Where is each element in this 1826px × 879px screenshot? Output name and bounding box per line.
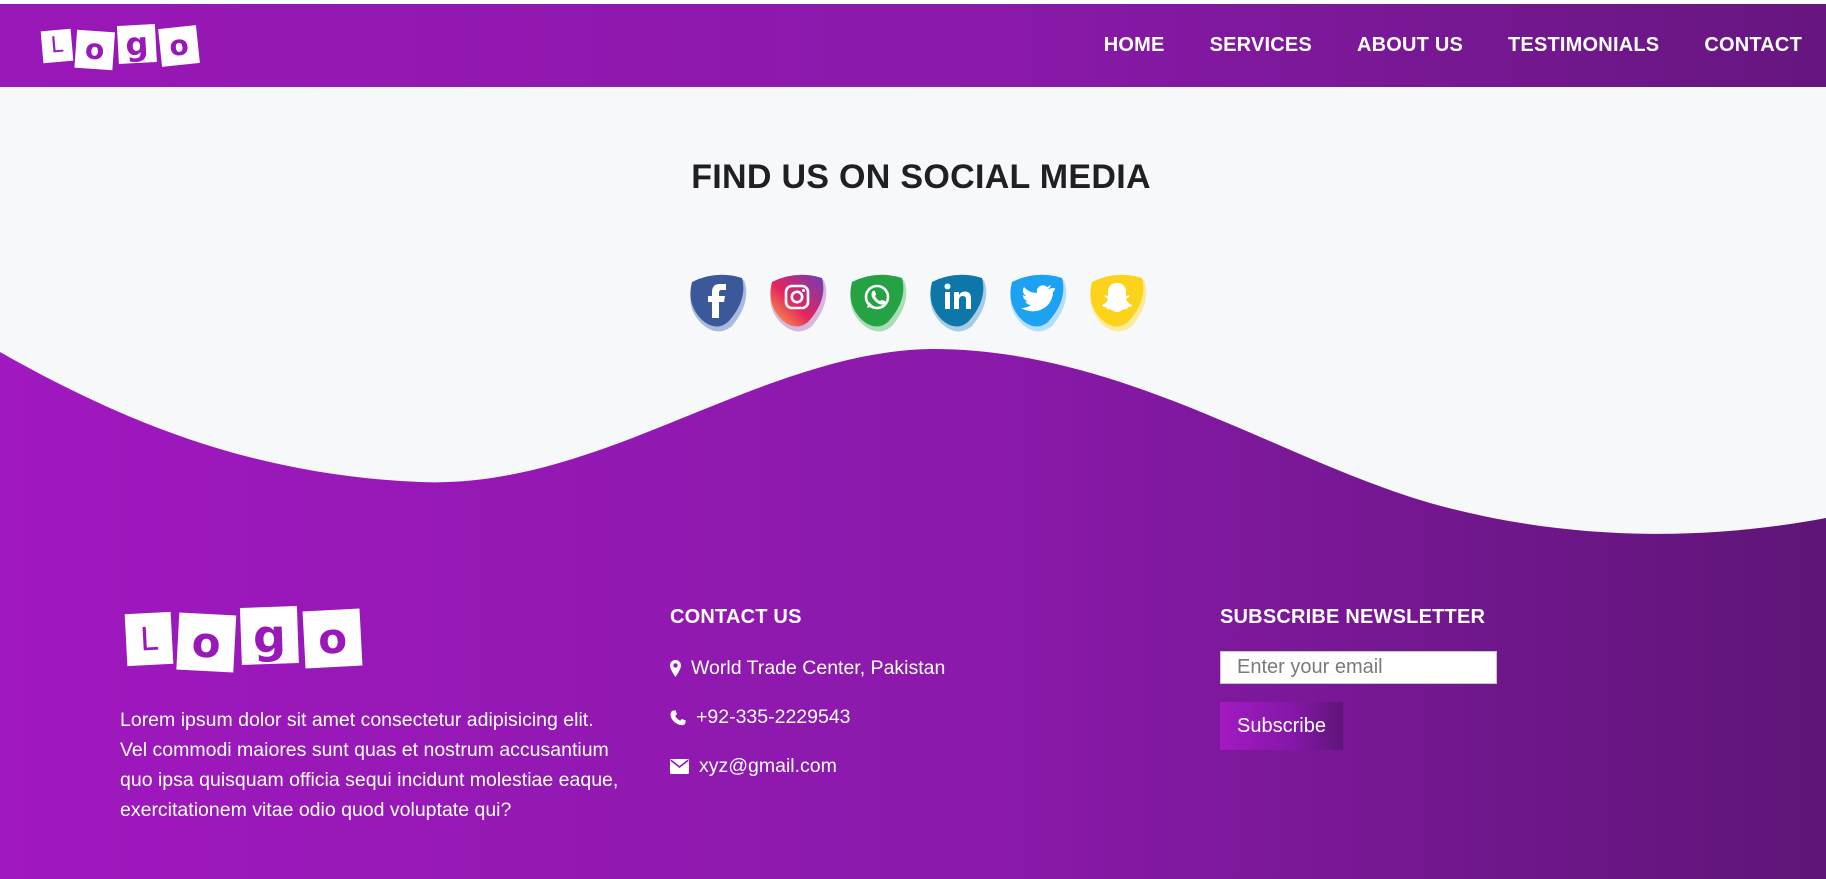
site-header: L o g o HOME SERVICES ABOUT US TESTIMONI… — [0, 4, 1826, 87]
whatsapp-icon[interactable] — [848, 270, 908, 332]
logo-tile: L — [124, 611, 174, 666]
footer-contact-column: CONTACT US World Trade Center, Pakistan … — [670, 606, 1150, 778]
contact-phone-text: +92-335-2229543 — [696, 706, 851, 728]
map-marker-icon — [670, 660, 681, 677]
contact-phone[interactable]: +92-335-2229543 — [670, 706, 1150, 729]
logo-tile: g — [116, 23, 157, 64]
nav-contact-link[interactable]: CONTACT — [1704, 34, 1802, 57]
contact-address: World Trade Center, Pakistan — [670, 657, 1150, 680]
logo-tile: o — [176, 612, 237, 673]
newsletter-heading: SUBSCRIBE NEWSLETTER — [1220, 606, 1486, 628]
contact-address-text: World Trade Center, Pakistan — [691, 657, 946, 679]
subscribe-button[interactable]: Subscribe — [1220, 702, 1343, 750]
footer-logo[interactable]: L o g o — [124, 606, 363, 673]
page: L o g o HOME SERVICES ABOUT US TESTIMONI… — [0, 0, 1826, 879]
logo-tile: g — [239, 606, 299, 665]
twitter-icon[interactable] — [1008, 270, 1068, 332]
nav-testimonials-link[interactable]: TESTIMONIALS — [1508, 34, 1659, 57]
main-nav: HOME SERVICES ABOUT US TESTIMONIALS CONT… — [1104, 34, 1802, 57]
logo-tile: L — [40, 28, 74, 63]
social-section-title: FIND US ON SOCIAL MEDIA — [691, 158, 1151, 196]
header-logo[interactable]: L o g o — [40, 23, 200, 70]
nav-about-link[interactable]: ABOUT US — [1357, 34, 1463, 57]
footer-newsletter-column: SUBSCRIBE NEWSLETTER Subscribe — [1220, 606, 1620, 750]
nav-home-link[interactable]: HOME — [1104, 34, 1165, 57]
newsletter-email-input[interactable] — [1220, 651, 1497, 684]
logo-tile: o — [74, 29, 116, 70]
contact-heading: CONTACT US — [670, 606, 802, 628]
contact-email-text: xyz@gmail.com — [699, 755, 837, 777]
social-icons-row — [688, 270, 1148, 332]
linkedin-icon[interactable] — [928, 270, 988, 332]
facebook-icon[interactable] — [688, 270, 748, 332]
instagram-icon[interactable] — [768, 270, 828, 332]
snapchat-icon[interactable] — [1088, 270, 1148, 332]
logo-tile: o — [302, 608, 363, 669]
envelope-icon — [670, 759, 689, 774]
nav-services-link[interactable]: SERVICES — [1210, 34, 1312, 57]
contact-email[interactable]: xyz@gmail.com — [670, 755, 1150, 778]
phone-icon — [670, 709, 686, 725]
logo-tile: o — [158, 24, 200, 67]
footer-about-text: Lorem ipsum dolor sit amet consectetur a… — [120, 709, 619, 821]
